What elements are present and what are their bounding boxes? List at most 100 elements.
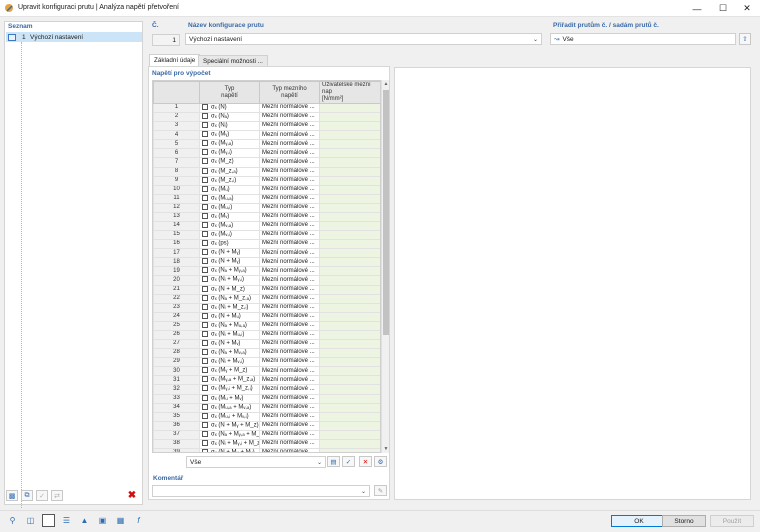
table-row[interactable]: 23 σₓ (Nᵢ + M_z,ᵢ) Mezní normálové ... <box>153 302 380 313</box>
user-limit-cell[interactable] <box>319 275 380 286</box>
row-checkbox[interactable] <box>202 449 208 452</box>
user-limit-cell[interactable] <box>319 130 380 141</box>
row-checkbox[interactable] <box>202 140 208 147</box>
table-row[interactable]: 1 σₓ (N) Mezní normálové ... <box>153 102 380 114</box>
table-row[interactable]: 13 σₓ (Mᵥ) Mezní normálové ... <box>153 211 380 223</box>
row-checkbox[interactable] <box>202 104 208 110</box>
stress-type-cell[interactable]: σₓ (M_z,ᵢ) <box>199 175 260 186</box>
stress-type-cell[interactable]: σₓ (Nᵢ + M_z,ᵢ) <box>199 302 260 313</box>
ok-button[interactable]: OK <box>611 515 667 527</box>
limit-type-cell[interactable]: Mezní normálové ... <box>259 320 320 331</box>
limit-type-cell[interactable]: Mezní normálové ... <box>259 339 320 350</box>
limit-type-cell[interactable]: Mezní normálové ... <box>259 184 320 195</box>
user-limit-cell[interactable] <box>319 284 380 295</box>
stress-type-cell[interactable]: σₓ (N + Mᵤ + Mᵥ) <box>199 447 260 452</box>
table-row[interactable]: 37 σₓ (Nₐ + Mᵧ,ₐ + M_z,ₐ)Mezní normálové … <box>153 429 380 440</box>
stress-type-cell[interactable]: σₓ (Nₐ + Mᵧ,ₐ + M_z,ₐ) <box>199 429 260 440</box>
stress-type-cell[interactable]: σₓ (Nₐ + Mᵤ,ₐ) <box>199 320 260 331</box>
row-checkbox[interactable] <box>202 349 208 356</box>
limit-type-cell[interactable]: Mezní normálové ... <box>259 311 320 322</box>
row-checkbox[interactable] <box>202 358 208 365</box>
stress-type-cell[interactable]: σₓ (Mᵤ) <box>199 184 260 195</box>
user-limit-cell[interactable] <box>319 429 380 440</box>
scroll-up-icon[interactable]: ▲ <box>382 80 390 88</box>
limit-type-cell[interactable]: Mezní normálové ... <box>259 166 320 177</box>
table-row[interactable]: 26 σₓ (Nᵢ + Mᵤ,ᵢ) Mezní normálové ... <box>153 329 380 341</box>
row-checkbox[interactable] <box>202 222 208 229</box>
limit-type-cell[interactable]: Mezní normálové ... <box>259 130 320 141</box>
row-checkbox[interactable] <box>202 149 208 156</box>
check-all-icon[interactable]: ✓ <box>342 456 355 467</box>
row-checkbox[interactable] <box>202 213 208 219</box>
stress-type-cell[interactable]: σₓ (N + Mᵧ) <box>199 257 260 268</box>
limit-type-cell[interactable]: Mezní normálové ... <box>259 257 320 268</box>
delete-icon[interactable]: ✖ <box>126 490 138 501</box>
uncheck-item-icon[interactable]: ⇄ <box>51 490 63 501</box>
table-settings-icon[interactable]: ⚙ <box>374 456 387 467</box>
row-checkbox[interactable] <box>202 231 208 238</box>
row-checkbox[interactable] <box>202 376 208 383</box>
table-row[interactable]: 32 σₓ (Mᵧ,ᵢ + M_z,ᵢ) Mezní normálové ... <box>153 384 380 395</box>
stress-type-cell[interactable]: σₓ (N + Mᵤ) <box>199 311 260 322</box>
user-limit-cell[interactable] <box>319 157 380 168</box>
limit-type-cell[interactable]: Mezní normálové ... <box>259 193 320 204</box>
table-row[interactable]: 15 σₓ (Mᵥ,ᵢ) Mezní normálové ... <box>153 230 380 241</box>
table-row[interactable]: 16 σₓ (ps) Mezní normálové ... <box>153 239 380 250</box>
user-limit-cell[interactable] <box>319 193 380 204</box>
table-scrollbar[interactable]: ▲ ▼ <box>381 80 389 453</box>
filter-select[interactable]: Vše ⌄ <box>186 456 326 468</box>
stress-type-cell[interactable]: σₓ (Nₐ) <box>199 112 260 123</box>
limit-type-cell[interactable]: Mezní normálové ... <box>259 348 320 359</box>
limit-type-cell[interactable]: Mezní normálové ... <box>259 148 320 159</box>
user-limit-cell[interactable] <box>319 302 380 313</box>
table-row[interactable]: 8 σₓ (M_z,ₐ) Mezní normálové ... <box>153 166 380 177</box>
limit-type-cell[interactable]: Mezní normálové ... <box>259 384 320 395</box>
table-row[interactable]: 33 σₓ (Mᵤ + Mᵥ) Mezní normálové ... <box>153 393 380 404</box>
table-row[interactable]: 39 σₓ (N + Mᵤ + Mᵥ) Mezní normálové ... <box>153 447 380 452</box>
apply-button[interactable]: Použít <box>710 515 754 527</box>
row-checkbox[interactable] <box>202 395 208 401</box>
stress-type-cell[interactable]: σₓ (Mᵥ,ₐ) <box>199 221 260 232</box>
stress-type-cell[interactable]: σₓ (N + M_z) <box>199 284 260 295</box>
user-limit-cell[interactable] <box>319 420 380 431</box>
table-row[interactable]: 22 σₓ (Nₐ + M_z,ₐ) Mezní normálové ... <box>153 293 380 304</box>
row-checkbox[interactable] <box>202 286 208 292</box>
stress-type-cell[interactable]: σₓ (Mᵤ,ₐ + Mᵥ,ₐ) <box>199 402 260 413</box>
comment-field[interactable]: ⌄ <box>152 485 370 497</box>
table-row[interactable]: 24 σₓ (N + Mᵤ) Mezní normálové ... <box>153 311 380 322</box>
table-row[interactable]: 6 σₓ (Mᵧ,ᵢ) Mezní normálové ... <box>153 148 380 159</box>
user-limit-cell[interactable] <box>319 320 380 331</box>
limit-type-cell[interactable]: Mezní normálové ... <box>259 393 320 404</box>
limit-type-cell[interactable]: Mezní normálové ... <box>259 447 320 452</box>
limit-type-cell[interactable]: Mezní normálové ... <box>259 211 320 223</box>
scroll-thumb[interactable] <box>383 90 389 335</box>
stress-type-cell[interactable]: σₓ (Nᵢ + Mᵧ,ᵢ) <box>199 275 260 286</box>
limit-type-cell[interactable]: Mezní normálové ... <box>259 375 320 386</box>
comment-edit-icon[interactable]: ✎ <box>374 485 387 496</box>
user-limit-cell[interactable] <box>319 438 380 449</box>
stress-type-cell[interactable]: σₓ (Nᵢ + Mᵥ,ᵢ) <box>199 357 260 368</box>
row-checkbox[interactable] <box>202 413 208 419</box>
limit-type-cell[interactable]: Mezní normálové ... <box>259 248 320 259</box>
formula-icon[interactable]: f <box>132 514 145 527</box>
stress-type-cell[interactable]: σₓ (Mᵥ,ᵢ) <box>199 230 260 241</box>
user-limit-cell[interactable] <box>319 375 380 386</box>
table-row[interactable]: 2 σₓ (Nₐ) Mezní normálové ... <box>153 112 380 123</box>
table-row[interactable]: 3 σₓ (Nᵢ) Mezní normálové ... <box>153 121 380 132</box>
limit-type-cell[interactable]: Mezní normálové ... <box>259 202 320 213</box>
check-item-icon[interactable]: ✓ <box>36 490 48 501</box>
close-icon[interactable]: ✕ <box>733 0 760 17</box>
user-limit-cell[interactable] <box>319 266 380 277</box>
stress-type-cell[interactable]: σₓ (M_z,ₐ) <box>199 166 260 177</box>
row-checkbox[interactable] <box>202 204 208 210</box>
user-limit-cell[interactable] <box>319 311 380 322</box>
row-checkbox[interactable] <box>202 276 208 283</box>
row-checkbox[interactable] <box>202 422 208 428</box>
stress-type-cell[interactable]: σₓ (Mᵧ,ᵢ) <box>199 148 260 159</box>
limit-type-cell[interactable]: Mezní normálové ... <box>259 429 320 440</box>
user-limit-cell[interactable] <box>319 393 380 404</box>
limit-type-cell[interactable]: Mezní normálové ... <box>259 112 320 123</box>
user-limit-cell[interactable] <box>319 175 380 186</box>
user-limit-cell[interactable] <box>319 329 380 341</box>
new-item-icon[interactable]: ▩ <box>6 490 18 501</box>
